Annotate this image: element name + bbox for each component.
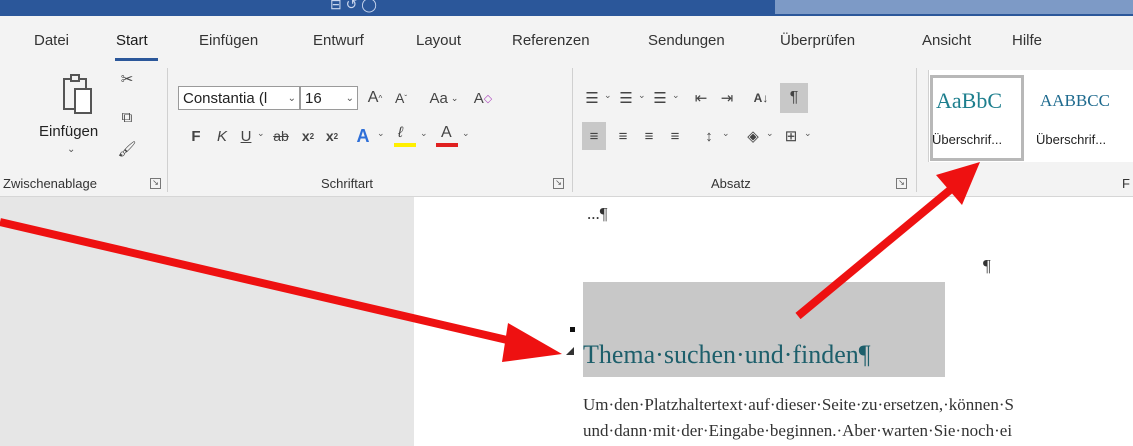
annotation-arrows <box>0 162 980 362</box>
annotation-arrow-heading <box>0 218 521 347</box>
annotation-arrow-style <box>795 186 953 320</box>
arrowhead-icon <box>502 323 562 362</box>
